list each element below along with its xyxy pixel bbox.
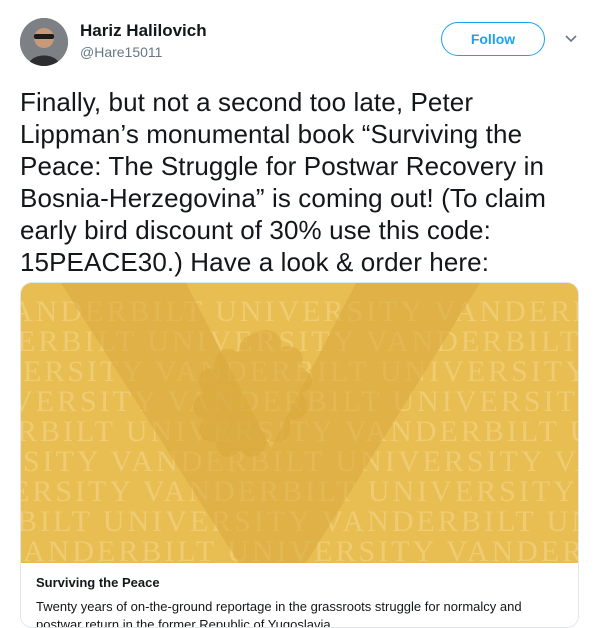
card-title: Surviving the Peace xyxy=(36,575,160,590)
tweet-text: Finally, but not a second too late, Pete… xyxy=(20,87,547,277)
avatar[interactable] xyxy=(20,18,68,66)
chevron-down-icon[interactable] xyxy=(564,32,578,46)
display-name[interactable]: Hariz Halilovich xyxy=(80,21,207,41)
user-handle[interactable]: @Hare15011 xyxy=(80,44,162,60)
avatar-photo xyxy=(20,18,68,66)
card-description: Twenty years of on-the-ground reportage … xyxy=(36,599,522,628)
card-watermark: ANDERBILT UNIVERSITY VANDERBILT UNIVERSI… xyxy=(21,283,578,563)
follow-button[interactable]: Follow xyxy=(441,22,545,56)
card-image: ANDERBILT UNIVERSITY VANDERBILT UNIVERSI… xyxy=(21,283,578,563)
tweet-header: Hariz Halilovich @Hare15011 Follow xyxy=(20,14,590,66)
link-card[interactable]: ANDERBILT UNIVERSITY VANDERBILT UNIVERSI… xyxy=(20,282,579,628)
